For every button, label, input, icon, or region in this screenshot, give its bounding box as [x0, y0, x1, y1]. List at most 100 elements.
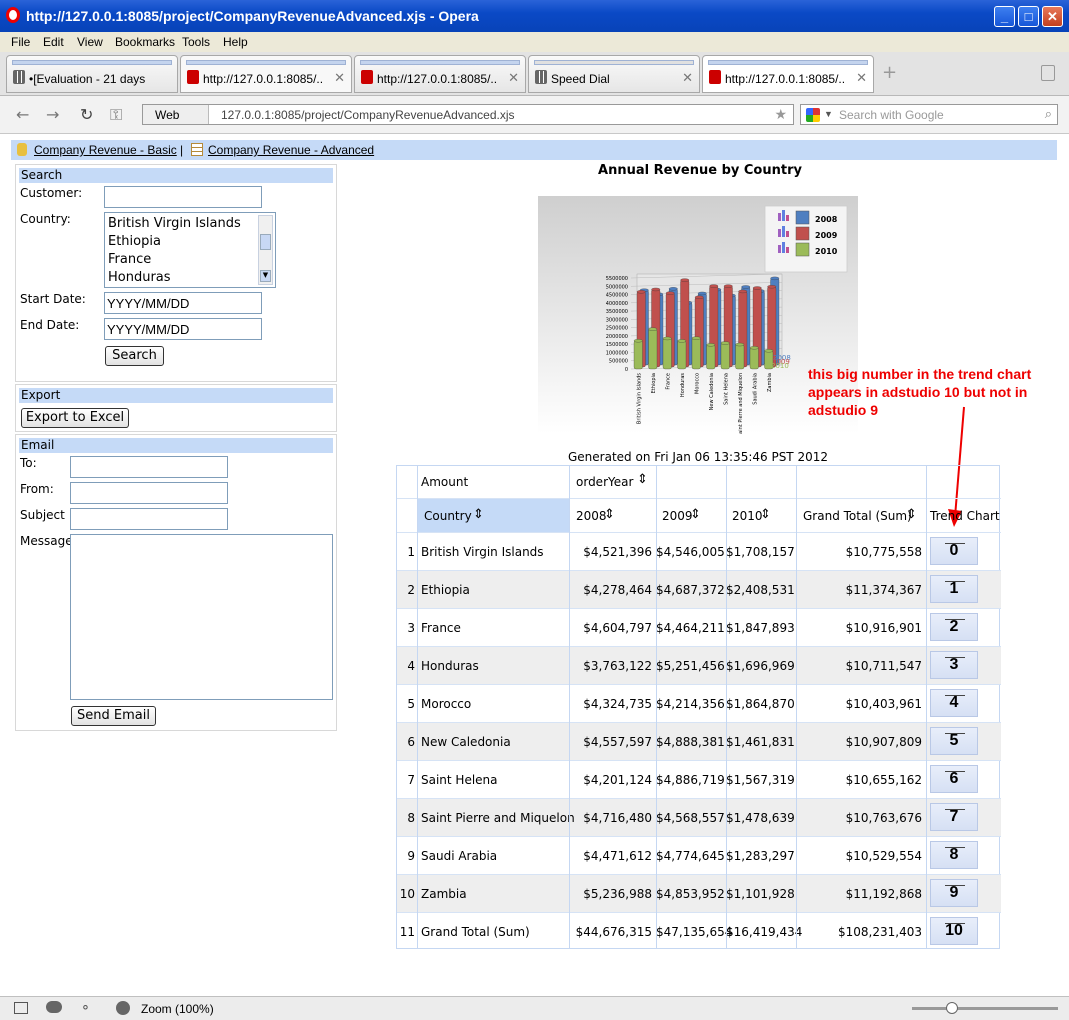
- url-text[interactable]: 127.0.0.1:8085/project/CompanyRevenueAdv…: [221, 108, 515, 122]
- value-2010-cell: $1,461,831: [726, 735, 795, 749]
- forward-icon[interactable]: →: [46, 105, 59, 124]
- country-cell: Saint Pierre and Miquelon: [421, 811, 575, 825]
- value-2009-cell: $5,251,456: [656, 659, 725, 673]
- menu-tools[interactable]: Tools: [182, 35, 210, 49]
- from-input[interactable]: [70, 482, 228, 504]
- bookmark-star-icon[interactable]: ★: [774, 106, 787, 123]
- bar-top-2009: [651, 287, 661, 292]
- subject-label: Subject: [20, 508, 65, 522]
- close-button[interactable]: ✕: [1042, 6, 1063, 27]
- bar-2010: [735, 344, 745, 370]
- bar-2010: [749, 347, 759, 370]
- sort-icon[interactable]: ⇕: [760, 507, 771, 522]
- trend-number: 8: [949, 846, 959, 863]
- menu-edit[interactable]: Edit: [43, 35, 64, 49]
- start-date-input[interactable]: [104, 292, 262, 314]
- col-divider: [726, 466, 727, 948]
- address-field[interactable]: Web 127.0.0.1:8085/project/CompanyRevenu…: [142, 104, 794, 125]
- message-textarea[interactable]: [70, 534, 333, 700]
- trend-sparkline: 10: [930, 917, 978, 945]
- search-box[interactable]: ▼ Search with Google ⌕: [800, 104, 1058, 125]
- row-number: 8: [407, 811, 415, 825]
- customer-input[interactable]: [104, 186, 262, 208]
- panel-toggle-icon[interactable]: [14, 1002, 28, 1014]
- zoom-slider[interactable]: [912, 1007, 1058, 1010]
- address-toolbar: ← → ↻ ⚿ Web 127.0.0.1:8085/project/Compa…: [0, 96, 1069, 134]
- value-2010-cell: $1,708,157: [726, 545, 795, 559]
- export-excel-button[interactable]: Export to Excel: [21, 408, 129, 428]
- tab-close-icon[interactable]: ✕: [856, 70, 867, 86]
- start-date-label: Start Date:: [20, 292, 86, 306]
- tab-page-active[interactable]: http://127.0.0.1:8085/... ✕: [702, 55, 874, 93]
- speedometer-icon[interactable]: [116, 1001, 130, 1015]
- back-icon[interactable]: ←: [16, 105, 29, 124]
- unite-icon[interactable]: ⚬: [80, 1000, 91, 1016]
- tab-close-icon[interactable]: ✕: [334, 70, 345, 86]
- sort-icon[interactable]: ⇕: [637, 472, 648, 487]
- zoom-level[interactable]: Zoom (100%): [141, 1002, 214, 1016]
- table-row: 7 Saint Helena $4,201,124 $4,886,719 $1,567,…: [397, 760, 1001, 798]
- listbox-scrollbar[interactable]: ▼: [258, 215, 273, 285]
- export-heading: Export: [19, 388, 333, 403]
- sort-icon[interactable]: ⇕: [906, 507, 917, 522]
- tab-close-icon[interactable]: ✕: [682, 70, 693, 86]
- reload-icon[interactable]: ↻: [80, 105, 93, 124]
- new-tab-icon[interactable]: +: [882, 62, 897, 83]
- bar-top-2010: [749, 346, 759, 350]
- orderyear-header[interactable]: orderYear: [576, 475, 633, 489]
- grand-total-cell: $10,775,558: [845, 545, 922, 559]
- trash-icon[interactable]: [1041, 65, 1055, 81]
- zoom-slider-handle[interactable]: [946, 1002, 958, 1014]
- menu-bookmarks[interactable]: Bookmarks: [115, 35, 175, 49]
- tab-close-icon[interactable]: ✕: [508, 70, 519, 86]
- trend-number: 0: [949, 542, 959, 559]
- minimize-button[interactable]: _: [994, 6, 1015, 27]
- country-listbox[interactable]: British Virgin Islands Ethiopia France H…: [104, 212, 276, 288]
- country-option[interactable]: France: [108, 252, 151, 267]
- scroll-thumb[interactable]: [260, 234, 271, 250]
- send-email-button[interactable]: Send Email: [71, 706, 156, 726]
- country-header[interactable]: Country: [424, 509, 472, 523]
- key-icon[interactable]: ⚿: [110, 105, 122, 125]
- database-icon: [17, 143, 27, 156]
- value-2010-cell: $1,696,969: [726, 659, 795, 673]
- country-option[interactable]: Ethiopia: [108, 234, 161, 249]
- year-header-2009[interactable]: 2009: [662, 509, 693, 523]
- search-icon[interactable]: ⌕: [1045, 106, 1052, 122]
- link-basic-report[interactable]: Company Revenue - Basic: [34, 143, 177, 157]
- tab-page-2[interactable]: http://127.0.0.1:8085/... ✕: [354, 55, 526, 93]
- web-mode-label[interactable]: Web: [143, 105, 209, 124]
- tab-page-1[interactable]: http://127.0.0.1:8085/... ✕: [180, 55, 352, 93]
- value-2009-cell: $4,214,356: [656, 697, 725, 711]
- cloud-icon[interactable]: [46, 1001, 62, 1013]
- maximize-button[interactable]: □: [1018, 6, 1039, 27]
- scroll-down-icon[interactable]: ▼: [260, 270, 271, 282]
- trend-sparkline: 7: [930, 803, 978, 831]
- trend-sparkline: 8: [930, 841, 978, 869]
- google-icon[interactable]: [806, 108, 820, 122]
- sort-icon[interactable]: ⇕: [690, 507, 701, 522]
- tab-evaluation[interactable]: •[Evaluation - 21 days r...: [6, 55, 178, 93]
- link-advanced-report[interactable]: Company Revenue - Advanced: [208, 143, 374, 157]
- to-input[interactable]: [70, 456, 228, 478]
- chevron-down-icon[interactable]: ▼: [824, 109, 833, 119]
- window-title: http://127.0.0.1:8085/project/CompanyRev…: [26, 8, 479, 24]
- country-option[interactable]: Honduras: [108, 270, 171, 285]
- tab-speed-dial[interactable]: Speed Dial ✕: [528, 55, 700, 93]
- sort-icon[interactable]: ⇕: [473, 507, 484, 522]
- value-2010-cell: $2,408,531: [726, 583, 795, 597]
- country-option[interactable]: British Virgin Islands: [108, 216, 241, 231]
- year-header-2010[interactable]: 2010: [732, 509, 763, 523]
- grand-total-header[interactable]: Grand Total (Sum): [803, 509, 912, 523]
- search-button[interactable]: Search: [105, 346, 164, 366]
- menu-view[interactable]: View: [77, 35, 103, 49]
- sort-icon[interactable]: ⇕: [604, 507, 615, 522]
- end-date-input[interactable]: [104, 318, 262, 340]
- value-2009-cell: $4,464,211: [656, 621, 725, 635]
- row-number: 3: [407, 621, 415, 635]
- grand-total-cell: $10,907,809: [845, 735, 922, 749]
- menu-file[interactable]: File: [11, 35, 30, 49]
- subject-input[interactable]: [70, 508, 228, 530]
- menu-help[interactable]: Help: [223, 35, 248, 49]
- year-header-2008[interactable]: 2008: [576, 509, 607, 523]
